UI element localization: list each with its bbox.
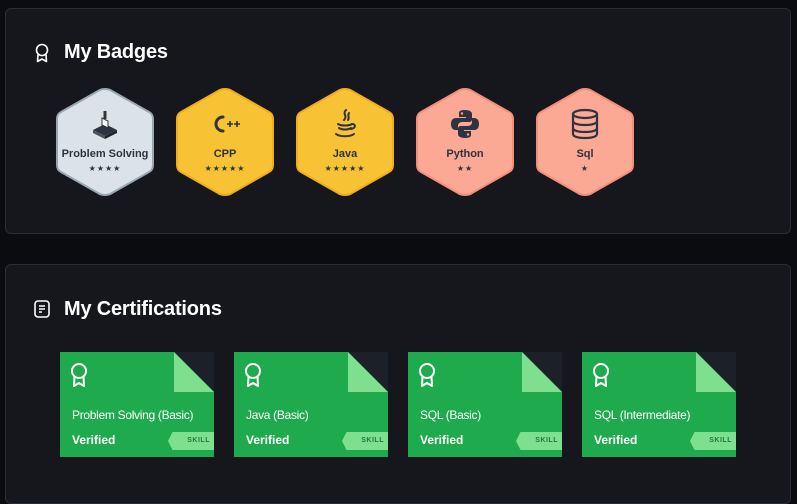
certificate-name: SQL (Basic) bbox=[420, 408, 481, 422]
skill-tag: SKILL bbox=[342, 432, 388, 450]
award-ribbon-icon bbox=[71, 363, 87, 387]
skill-tag: SKILL bbox=[516, 432, 562, 450]
skill-tag-label: SKILL bbox=[187, 437, 210, 444]
skill-tag-label: SKILL bbox=[535, 437, 558, 444]
badge-hexagon bbox=[536, 87, 634, 197]
badge-name: Problem Solving bbox=[61, 148, 149, 160]
page-fold bbox=[522, 352, 562, 392]
problem-solving-icon bbox=[93, 111, 117, 139]
skill-tag: SKILL bbox=[690, 432, 736, 450]
java-icon bbox=[335, 109, 356, 138]
badge-problem-solving[interactable]: Problem Solving ★★★★ bbox=[55, 86, 155, 198]
page-fold bbox=[174, 352, 214, 392]
badge-stars: ★★★★★ bbox=[204, 164, 246, 173]
verified-status: Verified bbox=[246, 433, 290, 447]
page-fold bbox=[348, 352, 388, 392]
badge-ribbon-icon bbox=[35, 43, 49, 63]
badge-cpp[interactable]: CPP ★★★★★ bbox=[175, 86, 275, 198]
certifications-title: My Certifications bbox=[64, 298, 222, 320]
badge-stars: ★★ bbox=[456, 164, 474, 173]
badge-java[interactable]: Java ★★★★★ bbox=[295, 86, 395, 198]
skill-tag: SKILL bbox=[168, 432, 214, 450]
database-icon bbox=[571, 108, 599, 140]
badge-hexagon bbox=[56, 87, 154, 197]
award-ribbon-icon bbox=[593, 363, 609, 387]
badge-name: Python bbox=[446, 148, 484, 160]
certificate-card[interactable]: SQL (Intermediate) Verified SKILL bbox=[582, 352, 736, 457]
certificate-card[interactable]: SQL (Basic) Verified SKILL bbox=[408, 352, 562, 457]
badge-name: Java bbox=[332, 148, 358, 160]
badge-python[interactable]: Python ★★ bbox=[415, 86, 515, 198]
certificate-document-icon bbox=[34, 300, 50, 318]
page-fold bbox=[696, 352, 736, 392]
certificate-card[interactable]: Problem Solving (Basic) Verified SKILL bbox=[60, 352, 214, 457]
badge-stars: ★ bbox=[580, 164, 590, 173]
award-ribbon-icon bbox=[245, 363, 261, 387]
skill-tag-label: SKILL bbox=[709, 437, 732, 444]
certificate-name: Java (Basic) bbox=[246, 408, 309, 422]
certificate-card[interactable]: Java (Basic) Verified SKILL bbox=[234, 352, 388, 457]
badge-name: CPP bbox=[213, 148, 237, 160]
cpp-icon bbox=[214, 115, 240, 133]
certificate-name: SQL (Intermediate) bbox=[594, 408, 691, 422]
badges-title: My Badges bbox=[64, 41, 168, 63]
verified-status: Verified bbox=[594, 433, 638, 447]
badge-hexagon bbox=[416, 87, 514, 197]
badge-stars: ★★★★★ bbox=[324, 164, 366, 173]
badge-sql[interactable]: Sql ★ bbox=[535, 86, 635, 198]
python-icon bbox=[451, 110, 479, 138]
verified-status: Verified bbox=[72, 433, 116, 447]
badge-stars: ★★★★ bbox=[88, 164, 122, 173]
badge-hexagon bbox=[176, 87, 274, 197]
verified-status: Verified bbox=[420, 433, 464, 447]
skill-tag-label: SKILL bbox=[361, 437, 384, 444]
award-ribbon-icon bbox=[419, 363, 435, 387]
badge-name: Sql bbox=[576, 148, 594, 160]
certificate-name: Problem Solving (Basic) bbox=[72, 408, 194, 422]
badge-hexagon bbox=[296, 87, 394, 197]
